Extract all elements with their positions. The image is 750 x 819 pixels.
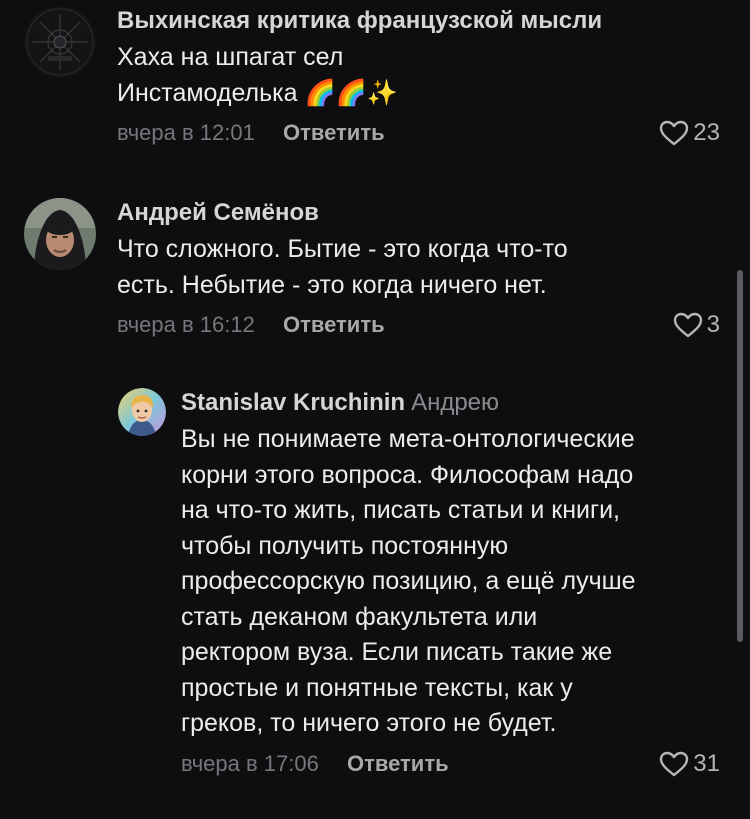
comment-text: Вы не понимаете мета-онтологические корн… bbox=[181, 425, 636, 737]
cartoon-avatar-icon bbox=[118, 388, 166, 436]
like-button[interactable]: 23 bbox=[659, 115, 720, 151]
reply-author-line: Stanislav Kruchinin Андрею bbox=[181, 388, 726, 418]
like-count: 23 bbox=[693, 119, 720, 146]
avatar[interactable] bbox=[118, 388, 166, 436]
comment-author[interactable]: Андрей Семёнов bbox=[117, 198, 726, 228]
comment-time: вчера в 12:01 bbox=[117, 120, 255, 145]
comment-text: Хаха на шпагат сел Инстамоделька 🌈🌈✨ bbox=[117, 43, 398, 107]
like-button[interactable]: 3 bbox=[673, 307, 720, 343]
avatar[interactable] bbox=[24, 6, 96, 78]
reply-button[interactable]: Ответить bbox=[283, 312, 385, 337]
reply-to-name[interactable]: Андрею bbox=[411, 389, 499, 416]
avatar[interactable] bbox=[24, 198, 96, 270]
person-photo-icon bbox=[24, 198, 96, 270]
heart-icon bbox=[673, 312, 702, 338]
like-button[interactable]: 31 bbox=[659, 746, 720, 782]
comment-author[interactable]: Stanislav Kruchinin bbox=[181, 389, 405, 416]
comment-author[interactable]: Выхинская критика французской мысли bbox=[117, 6, 726, 36]
comment-meta: вчера в 12:01 Ответить 23 bbox=[117, 115, 726, 151]
like-count: 3 bbox=[706, 311, 720, 338]
heart-icon bbox=[660, 120, 689, 146]
reply-button[interactable]: Ответить bbox=[347, 751, 449, 776]
scrollbar[interactable] bbox=[737, 270, 743, 642]
like-count: 31 bbox=[693, 749, 720, 777]
heart-icon bbox=[660, 751, 689, 776]
comment-time: вчера в 16:12 bbox=[117, 312, 255, 337]
comment-meta: вчера в 17:06 Ответить 31 bbox=[181, 746, 726, 782]
comment-text: Что сложного. Бытие - это когда что-то е… bbox=[117, 235, 568, 299]
comment-meta: вчера в 16:12 Ответить 3 bbox=[117, 307, 726, 343]
comment-time: вчера в 17:06 bbox=[181, 750, 319, 776]
emblem-icon bbox=[24, 6, 96, 78]
reply-button[interactable]: Ответить bbox=[283, 120, 385, 145]
